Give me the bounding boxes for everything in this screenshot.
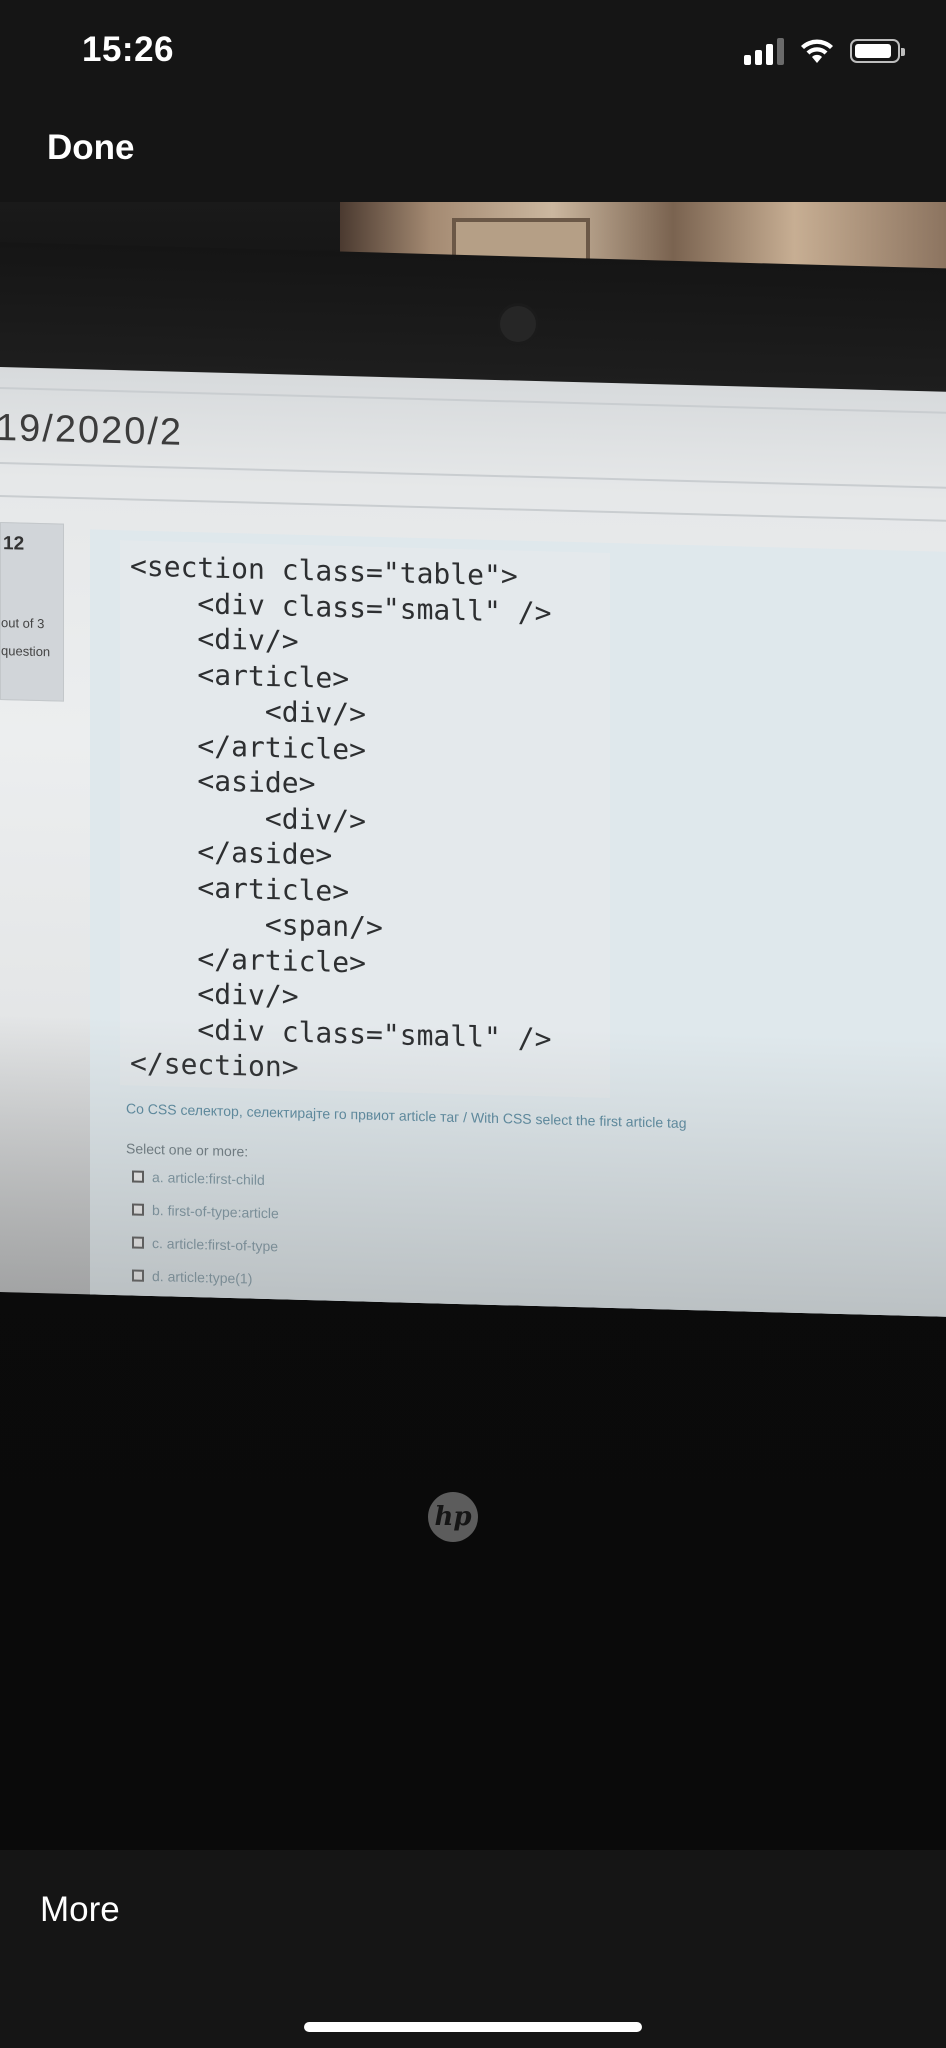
hp-logo: hp xyxy=(428,1492,478,1542)
divider xyxy=(0,462,946,489)
home-indicator xyxy=(304,2022,642,2032)
option-label: d. article:type(1) xyxy=(152,1267,253,1287)
code-line: </article> xyxy=(130,726,367,767)
bottom-toolbar: More xyxy=(0,1850,946,2048)
code-line: <div/> xyxy=(130,797,367,838)
code-line: <div/> xyxy=(130,620,299,658)
laptop-screen: 19/2020/2 12 out of 3 question <section … xyxy=(0,367,946,1317)
code-line: <div/> xyxy=(130,975,299,1013)
status-time: 15:26 xyxy=(82,30,175,69)
question-info-panel: 12 out of 3 question xyxy=(0,522,64,702)
status-icons xyxy=(744,34,905,68)
answer-option-a[interactable]: a. article:first-child xyxy=(132,1168,265,1188)
more-button[interactable]: More xyxy=(40,1890,120,1930)
top-chrome: 15:26 Done xyxy=(0,0,946,202)
code-line: </section> xyxy=(130,1046,299,1084)
answer-option-d[interactable]: d. article:type(1) xyxy=(132,1267,253,1287)
checkbox[interactable] xyxy=(132,1203,144,1216)
code-line: <article> xyxy=(130,655,350,695)
option-label: b. first-of-type:article xyxy=(152,1201,279,1222)
code-line: </aside> xyxy=(130,833,333,872)
code-line: </article> xyxy=(130,939,367,980)
wifi-icon xyxy=(801,39,833,63)
option-label: c. article:first-of-type xyxy=(152,1234,279,1255)
code-snippet: <section class="table"> <div class="smal… xyxy=(130,548,551,1092)
code-line: <div/> xyxy=(130,691,367,731)
code-line: <article> xyxy=(130,868,350,908)
checkbox[interactable] xyxy=(132,1170,144,1183)
checkbox[interactable] xyxy=(132,1269,144,1282)
option-label: a. article:first-child xyxy=(152,1168,265,1188)
question-number: 12 xyxy=(3,533,25,555)
code-line: <span/> xyxy=(130,904,383,945)
page-heading: 19/2020/2 xyxy=(0,406,184,454)
divider xyxy=(0,495,946,522)
select-label: Select one or more: xyxy=(126,1140,249,1160)
battery-icon xyxy=(850,39,905,63)
cellular-signal-icon xyxy=(744,37,784,65)
flag-question-link[interactable]: question xyxy=(1,643,50,659)
checkbox[interactable] xyxy=(132,1236,144,1249)
photo-viewer: 19/2020/2 12 out of 3 question <section … xyxy=(0,202,946,1850)
webcam-icon xyxy=(500,306,536,342)
code-line: <aside> xyxy=(130,762,316,801)
done-button[interactable]: Done xyxy=(47,128,135,168)
question-marks: out of 3 xyxy=(1,615,45,632)
